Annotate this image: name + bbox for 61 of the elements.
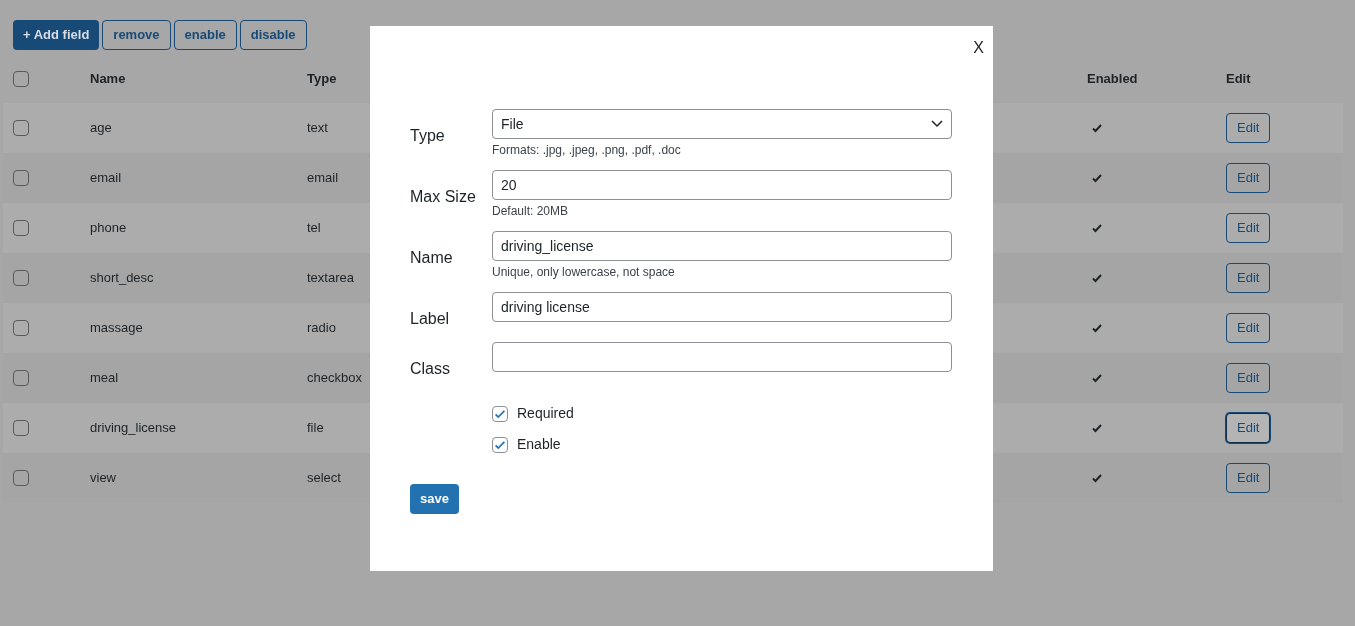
table-cell-text: age bbox=[90, 119, 112, 138]
edit-button[interactable]: Edit bbox=[1226, 363, 1271, 393]
checkbox[interactable] bbox=[492, 436, 508, 453]
add-field-button[interactable]: + Add field bbox=[13, 20, 100, 50]
row-checkbox[interactable] bbox=[13, 170, 29, 186]
edit-button[interactable]: Edit bbox=[1226, 263, 1271, 293]
chevron-down-icon bbox=[931, 120, 943, 128]
checkbox-label: Required bbox=[517, 404, 574, 423]
table-cell-text: short_desc bbox=[90, 269, 154, 288]
table-cell-text: email bbox=[90, 169, 122, 188]
column-header: Edit bbox=[1226, 70, 1251, 89]
row-checkbox[interactable] bbox=[13, 120, 29, 136]
table-cell-text: tel bbox=[307, 219, 321, 238]
field-label: Max Size bbox=[410, 187, 477, 207]
table-cell-text: textarea bbox=[307, 269, 354, 288]
toolbar-button[interactable]: remove bbox=[102, 20, 171, 50]
edit-button[interactable]: Edit bbox=[1226, 413, 1271, 443]
table-cell-text: radio bbox=[307, 319, 336, 338]
checkbox[interactable] bbox=[492, 405, 508, 422]
checkbox-label: Enable bbox=[517, 435, 561, 454]
edit-button[interactable]: Edit bbox=[1226, 313, 1271, 343]
column-header: Type bbox=[307, 70, 337, 89]
toolbar-button[interactable]: enable bbox=[173, 20, 237, 50]
edit-button[interactable]: Edit bbox=[1226, 163, 1271, 193]
table-cell-text: massage bbox=[90, 319, 143, 338]
text-input[interactable]: driving license bbox=[492, 292, 952, 322]
column-header: Name bbox=[90, 70, 126, 89]
field-label: Label bbox=[410, 309, 451, 329]
table-cell-text: email bbox=[307, 169, 339, 188]
text-input[interactable]: driving_license bbox=[492, 231, 952, 261]
table-cell-text: text bbox=[307, 119, 328, 138]
row-checkbox[interactable] bbox=[13, 370, 29, 386]
field-label: Class bbox=[410, 359, 451, 379]
row-checkbox[interactable] bbox=[13, 220, 29, 236]
edit-button[interactable]: Edit bbox=[1226, 463, 1271, 493]
table-cell-text: phone bbox=[90, 219, 127, 238]
row-checkbox[interactable] bbox=[13, 270, 29, 286]
text-input[interactable] bbox=[492, 342, 952, 372]
select-all-checkbox[interactable] bbox=[13, 71, 29, 87]
field-hint: Default: 20MB bbox=[492, 203, 570, 220]
table-cell-text: meal bbox=[90, 369, 119, 388]
table-cell-text: checkbox bbox=[307, 369, 362, 388]
close-button[interactable]: X bbox=[973, 36, 984, 60]
table-cell-text: select bbox=[307, 469, 341, 488]
text-input[interactable]: 20 bbox=[492, 170, 952, 200]
table-cell-text: view bbox=[90, 469, 116, 488]
column-header: Enabled bbox=[1087, 70, 1138, 89]
row-checkbox[interactable] bbox=[13, 420, 29, 436]
row-checkbox[interactable] bbox=[13, 320, 29, 336]
row-checkbox[interactable] bbox=[13, 470, 29, 486]
table-cell-text: driving_license bbox=[90, 419, 176, 438]
table-cell-text: file bbox=[307, 419, 324, 438]
field-hint: Unique, only lowercase, not space bbox=[492, 264, 676, 281]
save-button[interactable]: save bbox=[410, 484, 459, 514]
field-label: Name bbox=[410, 248, 454, 268]
toolbar-button[interactable]: disable bbox=[239, 20, 307, 50]
edit-button[interactable]: Edit bbox=[1226, 113, 1271, 143]
field-label: Type bbox=[410, 126, 446, 146]
edit-button[interactable]: Edit bbox=[1226, 213, 1271, 243]
field-hint: Formats: .jpg, .jpeg, .png, .pdf, .doc bbox=[492, 142, 682, 159]
type-select[interactable]: File bbox=[492, 109, 952, 139]
